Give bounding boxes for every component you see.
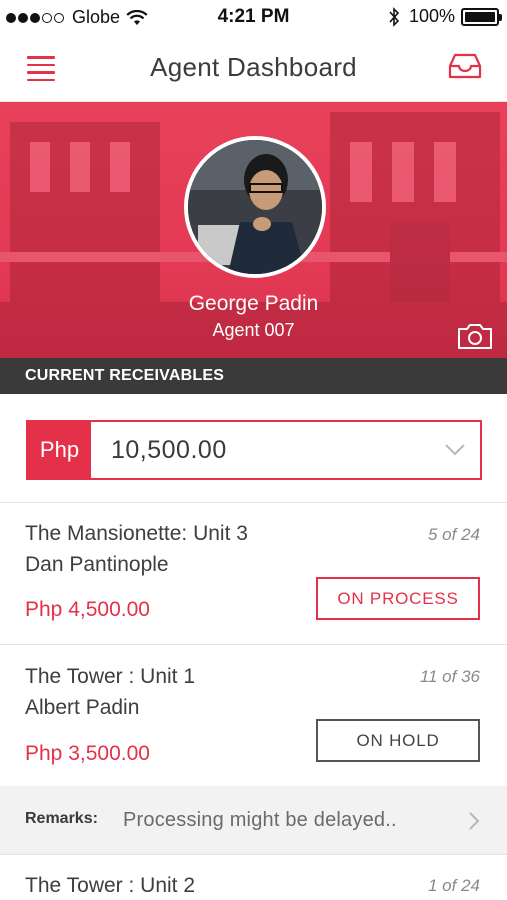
receivable-item[interactable]: The Tower : Unit 1 Albert Padin Php 3,50… — [0, 645, 507, 786]
item-amount: Php 4,500.00 — [25, 598, 150, 621]
receivable-item[interactable]: The Mansionette: Unit 3 Dan Pantinople P… — [0, 503, 507, 644]
status-button-on-process[interactable]: ON PROCESS — [316, 577, 480, 620]
camera-icon[interactable] — [457, 322, 493, 350]
item-client: Albert Padin — [25, 696, 140, 719]
status-right: 100% — [387, 6, 502, 27]
avatar[interactable] — [184, 136, 326, 278]
item-title: The Tower : Unit 1 — [25, 665, 196, 688]
item-title: The Mansionette: Unit 3 — [25, 522, 248, 545]
receivables-amount-select[interactable]: Php 10,500.00 — [26, 420, 482, 480]
item-count: 11 of 36 — [419, 667, 480, 686]
item-count: 1 of 24 — [428, 876, 480, 895]
status-bar: Globe 4:21 PM 100% — [0, 0, 507, 36]
receivables-amount: 10,500.00 — [111, 435, 227, 464]
profile-role: Agent 007 — [212, 320, 295, 340]
chevron-right-icon — [469, 812, 480, 830]
receivable-item[interactable]: The Tower : Unit 2 1 of 24 — [0, 855, 507, 900]
remarks-text: Processing might be delayed.. — [123, 809, 397, 831]
status-button-on-hold[interactable]: ON HOLD — [316, 719, 480, 762]
item-title: The Tower : Unit 2 — [25, 874, 196, 897]
currency-label: Php — [28, 422, 91, 478]
remarks-label: Remarks: — [25, 810, 98, 827]
profile-name: George Padin — [188, 292, 319, 315]
item-amount: Php 3,500.00 — [25, 742, 150, 765]
remarks-row[interactable]: Remarks: Processing might be delayed.. — [0, 786, 507, 854]
item-client: Dan Pantinople — [25, 553, 169, 576]
chevron-down-icon — [445, 444, 465, 456]
nav-bar: Agent Dashboard — [0, 36, 507, 102]
battery-percent: 100% — [408, 6, 455, 26]
inbox-icon[interactable] — [448, 52, 482, 80]
profile-header: George Padin Agent 007 — [0, 102, 507, 358]
bluetooth-icon — [389, 6, 400, 27]
item-count: 5 of 24 — [428, 525, 480, 544]
battery-icon — [461, 7, 502, 26]
section-header-receivables: CURRENT RECEIVABLES — [0, 358, 507, 394]
page-title: Agent Dashboard — [150, 52, 357, 82]
